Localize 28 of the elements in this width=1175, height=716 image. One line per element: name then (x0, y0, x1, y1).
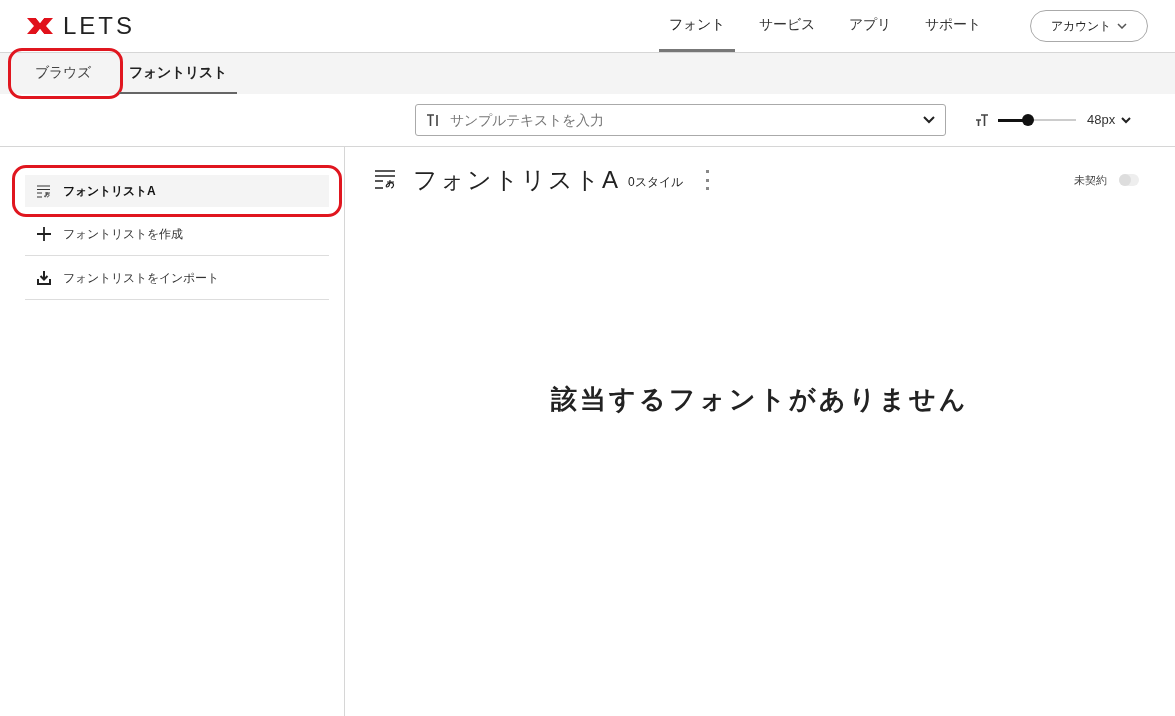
contract-toggle[interactable] (1119, 174, 1139, 186)
nav-link[interactable]: サポート (915, 0, 991, 52)
font-size-slider[interactable] (998, 114, 1076, 126)
sidebar-item[interactable]: フォントリストを作成 (25, 212, 329, 255)
sample-text-input[interactable]: サンプルテキストを入力 (450, 109, 913, 131)
font-size-icon (976, 114, 988, 126)
sidebar-item[interactable]: フォントリストをインポート (25, 256, 329, 299)
tab[interactable]: フォントリスト (119, 53, 237, 94)
logo-text: LETS (63, 14, 136, 38)
contract-label: 未契約 (1074, 172, 1107, 188)
sample-text-combobox[interactable]: サンプルテキストを入力 (415, 104, 946, 136)
chevron-down-icon (1121, 116, 1132, 124)
download-icon (37, 270, 51, 285)
list-icon (375, 170, 396, 190)
plus-icon (37, 226, 51, 241)
empty-message: 該当するフォントがありません (551, 383, 969, 416)
logo-icon (27, 18, 53, 34)
font-size-dropdown[interactable]: 48px (1087, 110, 1132, 130)
nav-link[interactable]: アプリ (839, 0, 901, 52)
chevron-down-icon (923, 116, 935, 124)
nav-link[interactable]: サービス (749, 0, 825, 52)
sidebar-item[interactable]: フォントリストA (25, 175, 329, 207)
chevron-down-icon (1117, 23, 1127, 29)
text-cursor-icon (426, 113, 440, 127)
tab[interactable]: ブラウズ (25, 53, 101, 94)
list-title: フォントリストA (413, 165, 620, 195)
list-icon (37, 184, 51, 198)
style-count: 0スタイル (628, 174, 683, 191)
